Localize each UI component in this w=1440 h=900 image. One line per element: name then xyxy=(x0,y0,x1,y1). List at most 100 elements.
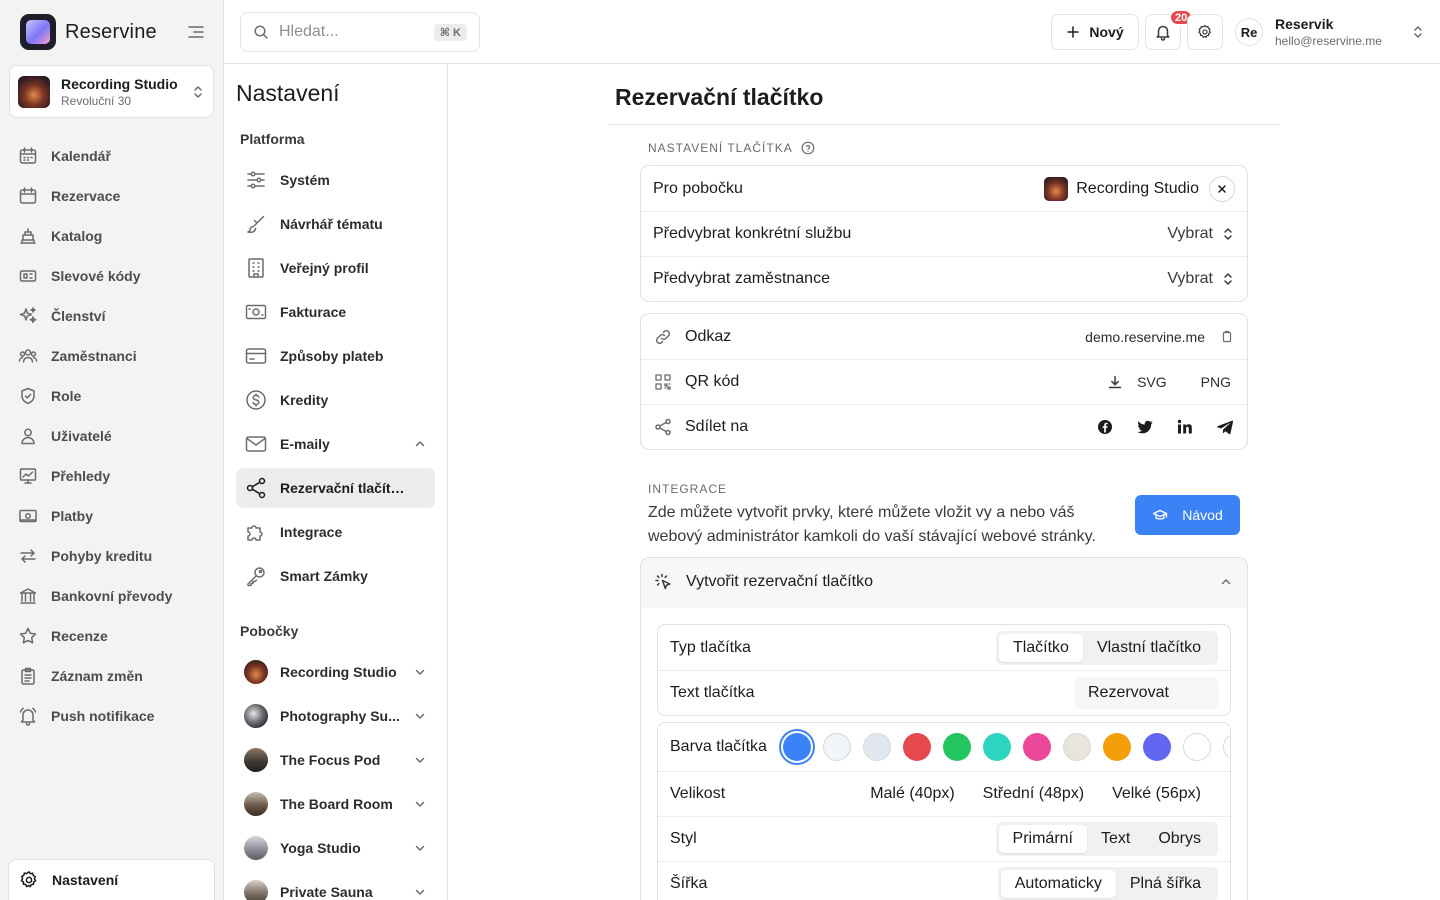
color-swatch[interactable] xyxy=(982,733,1011,761)
accordion-header[interactable]: Vytvořit rezervační tlačítko xyxy=(641,558,1247,606)
branch-thumbnail xyxy=(244,748,268,772)
share-icon xyxy=(655,418,671,436)
branch-item-yoga-studio[interactable]: Yoga Studio xyxy=(236,828,435,868)
nav-item-settings[interactable]: Nastavení xyxy=(8,859,215,900)
size-option-large[interactable]: Velké (56px) xyxy=(1098,780,1215,808)
color-swatch[interactable] xyxy=(902,733,931,761)
sidebar-collapse-icon[interactable] xyxy=(186,22,206,42)
help-icon[interactable] xyxy=(801,141,815,155)
type-option-button[interactable]: Tlačítko xyxy=(998,633,1083,662)
user-menu[interactable]: Re Reservik hello@reservine.me xyxy=(1235,10,1425,54)
color-swatch[interactable] xyxy=(862,733,891,761)
linkedin-icon[interactable] xyxy=(1175,417,1195,437)
color-swatch[interactable] xyxy=(1062,733,1091,761)
branch-item-photography-studio[interactable]: Photography Su... xyxy=(236,696,435,736)
settings-item-billing[interactable]: Fakturace xyxy=(236,292,435,332)
nav-item-catalog[interactable]: Katalog xyxy=(8,216,216,256)
settings-item-booking-button[interactable]: Rezervační tlačítko xyxy=(236,468,435,508)
settings-item-smart-locks[interactable]: Smart Zámky xyxy=(236,556,435,596)
nav-item-changelog[interactable]: Záznam změn xyxy=(8,656,216,696)
branch-item-label: Private Sauna xyxy=(280,884,373,900)
color-swatch[interactable] xyxy=(1022,733,1051,761)
new-button[interactable]: Nový xyxy=(1051,14,1139,50)
settings-item-public-profile[interactable]: Veřejný profil xyxy=(236,248,435,288)
color-swatch[interactable] xyxy=(1182,733,1211,761)
settings-title: Nastavení xyxy=(236,80,340,106)
branch-item-focus-pod[interactable]: The Focus Pod xyxy=(236,740,435,780)
brand[interactable]: Reservine xyxy=(20,14,157,50)
color-swatch[interactable] xyxy=(1142,733,1171,761)
branch-item-label: Recording Studio xyxy=(280,664,397,680)
gear-icon xyxy=(1198,24,1211,38)
size-option-small[interactable]: Malé (40px) xyxy=(856,780,968,808)
nav-item-label: Platby xyxy=(51,508,94,524)
clear-branch-button[interactable] xyxy=(1209,175,1235,202)
nav-item-membership[interactable]: Členství xyxy=(8,296,216,336)
download-png-button[interactable]: PNG xyxy=(1197,372,1235,392)
links-card: Odkaz demo.reservine.me QR kód SVG PNG S… xyxy=(640,313,1248,450)
section-label-text: NASTAVENÍ TLAČÍTKA xyxy=(648,141,793,155)
download-svg-button[interactable]: SVG xyxy=(1107,374,1167,390)
nav-item-calendar[interactable]: Kalendář xyxy=(8,136,216,176)
branches-list: Recording Studio Photography Su... The F… xyxy=(236,652,435,900)
color-swatch[interactable] xyxy=(1102,733,1131,761)
nav-item-reviews[interactable]: Recenze xyxy=(8,616,216,656)
search-box[interactable]: ⌘ K xyxy=(240,12,480,52)
nav-item-label: Přehledy xyxy=(51,468,111,484)
sparkles-icon xyxy=(19,307,37,324)
nav-item-roles[interactable]: Role xyxy=(8,376,216,416)
telegram-icon[interactable] xyxy=(1215,417,1235,437)
button-text-input[interactable] xyxy=(1074,677,1218,709)
nav-item-label: Rezervace xyxy=(51,188,121,204)
button-text-row: Text tlačítka xyxy=(658,670,1230,715)
color-swatch[interactable] xyxy=(942,733,971,761)
style-option-primary[interactable]: Primární xyxy=(998,825,1087,853)
branch-item-recording-studio[interactable]: Recording Studio xyxy=(236,652,435,692)
employee-row-label: Předvybrat zaměstnance xyxy=(653,270,830,287)
nav-item-reports[interactable]: Přehledy xyxy=(8,456,216,496)
size-option-medium[interactable]: Střední (48px) xyxy=(969,780,1098,808)
branches-heading: Pobočky xyxy=(240,623,299,639)
nav-item-credit-movements[interactable]: Pohyby kreditu xyxy=(8,536,216,576)
color-swatch[interactable] xyxy=(822,733,851,761)
branch-item-private-sauna[interactable]: Private Sauna xyxy=(236,872,435,900)
nav-item-discount-codes[interactable]: Slevové kódy xyxy=(8,256,216,296)
width-option-auto[interactable]: Automaticky xyxy=(1000,870,1116,898)
guide-button[interactable]: Návod xyxy=(1135,495,1240,535)
nav-item-bank-transfers[interactable]: Bankovní převody xyxy=(8,576,216,616)
settings-item-emails[interactable]: E-maily xyxy=(236,424,435,464)
width-option-full[interactable]: Plná šířka xyxy=(1116,870,1215,898)
nav-item-reservations[interactable]: Rezervace xyxy=(8,176,216,216)
search-input[interactable] xyxy=(279,23,424,41)
service-picker[interactable]: Vybrat xyxy=(1167,225,1235,243)
booking-link-url[interactable]: demo.reservine.me xyxy=(1085,329,1205,345)
type-option-custom-button[interactable]: Vlastní tlačítko xyxy=(1083,634,1215,662)
settings-item-credits[interactable]: Kredity xyxy=(236,380,435,420)
nav-item-users[interactable]: Uživatelé xyxy=(8,416,216,456)
nav-item-payments[interactable]: Platby xyxy=(8,496,216,536)
color-swatch[interactable] xyxy=(782,733,811,761)
copy-icon[interactable] xyxy=(1219,329,1235,345)
settings-item-theme-designer[interactable]: Návrhář tématu xyxy=(236,204,435,244)
notifications-button[interactable]: 20 xyxy=(1145,9,1194,50)
facebook-icon[interactable] xyxy=(1095,417,1115,437)
color-swatch[interactable] xyxy=(1222,733,1230,761)
settings-button[interactable] xyxy=(1187,14,1223,50)
employee-picker[interactable]: Vybrat xyxy=(1167,270,1235,288)
settings-item-payment-methods[interactable]: Způsoby plateb xyxy=(236,336,435,376)
settings-item-integrations[interactable]: Integrace xyxy=(236,512,435,552)
branch-item-board-room[interactable]: The Board Room xyxy=(236,784,435,824)
twitter-icon[interactable] xyxy=(1135,417,1155,437)
credit-card-icon xyxy=(245,348,267,364)
style-option-outline[interactable]: Obrys xyxy=(1144,825,1215,853)
service-picker-value: Vybrat xyxy=(1167,225,1213,242)
nav-item-label: Recenze xyxy=(51,628,108,644)
bell-ring-icon xyxy=(19,707,37,726)
branch-picker[interactable]: Recording Studio xyxy=(1044,176,1199,201)
nav-item-employees[interactable]: Zaměstnanci xyxy=(8,336,216,376)
nav-item-push-notifications[interactable]: Push notifikace xyxy=(8,696,216,736)
settings-item-system[interactable]: Systém xyxy=(236,160,435,200)
branch-selector[interactable]: Recording Studio Revoluční 30 xyxy=(9,65,214,118)
style-option-text[interactable]: Text xyxy=(1087,825,1144,853)
share-icon xyxy=(246,477,266,499)
